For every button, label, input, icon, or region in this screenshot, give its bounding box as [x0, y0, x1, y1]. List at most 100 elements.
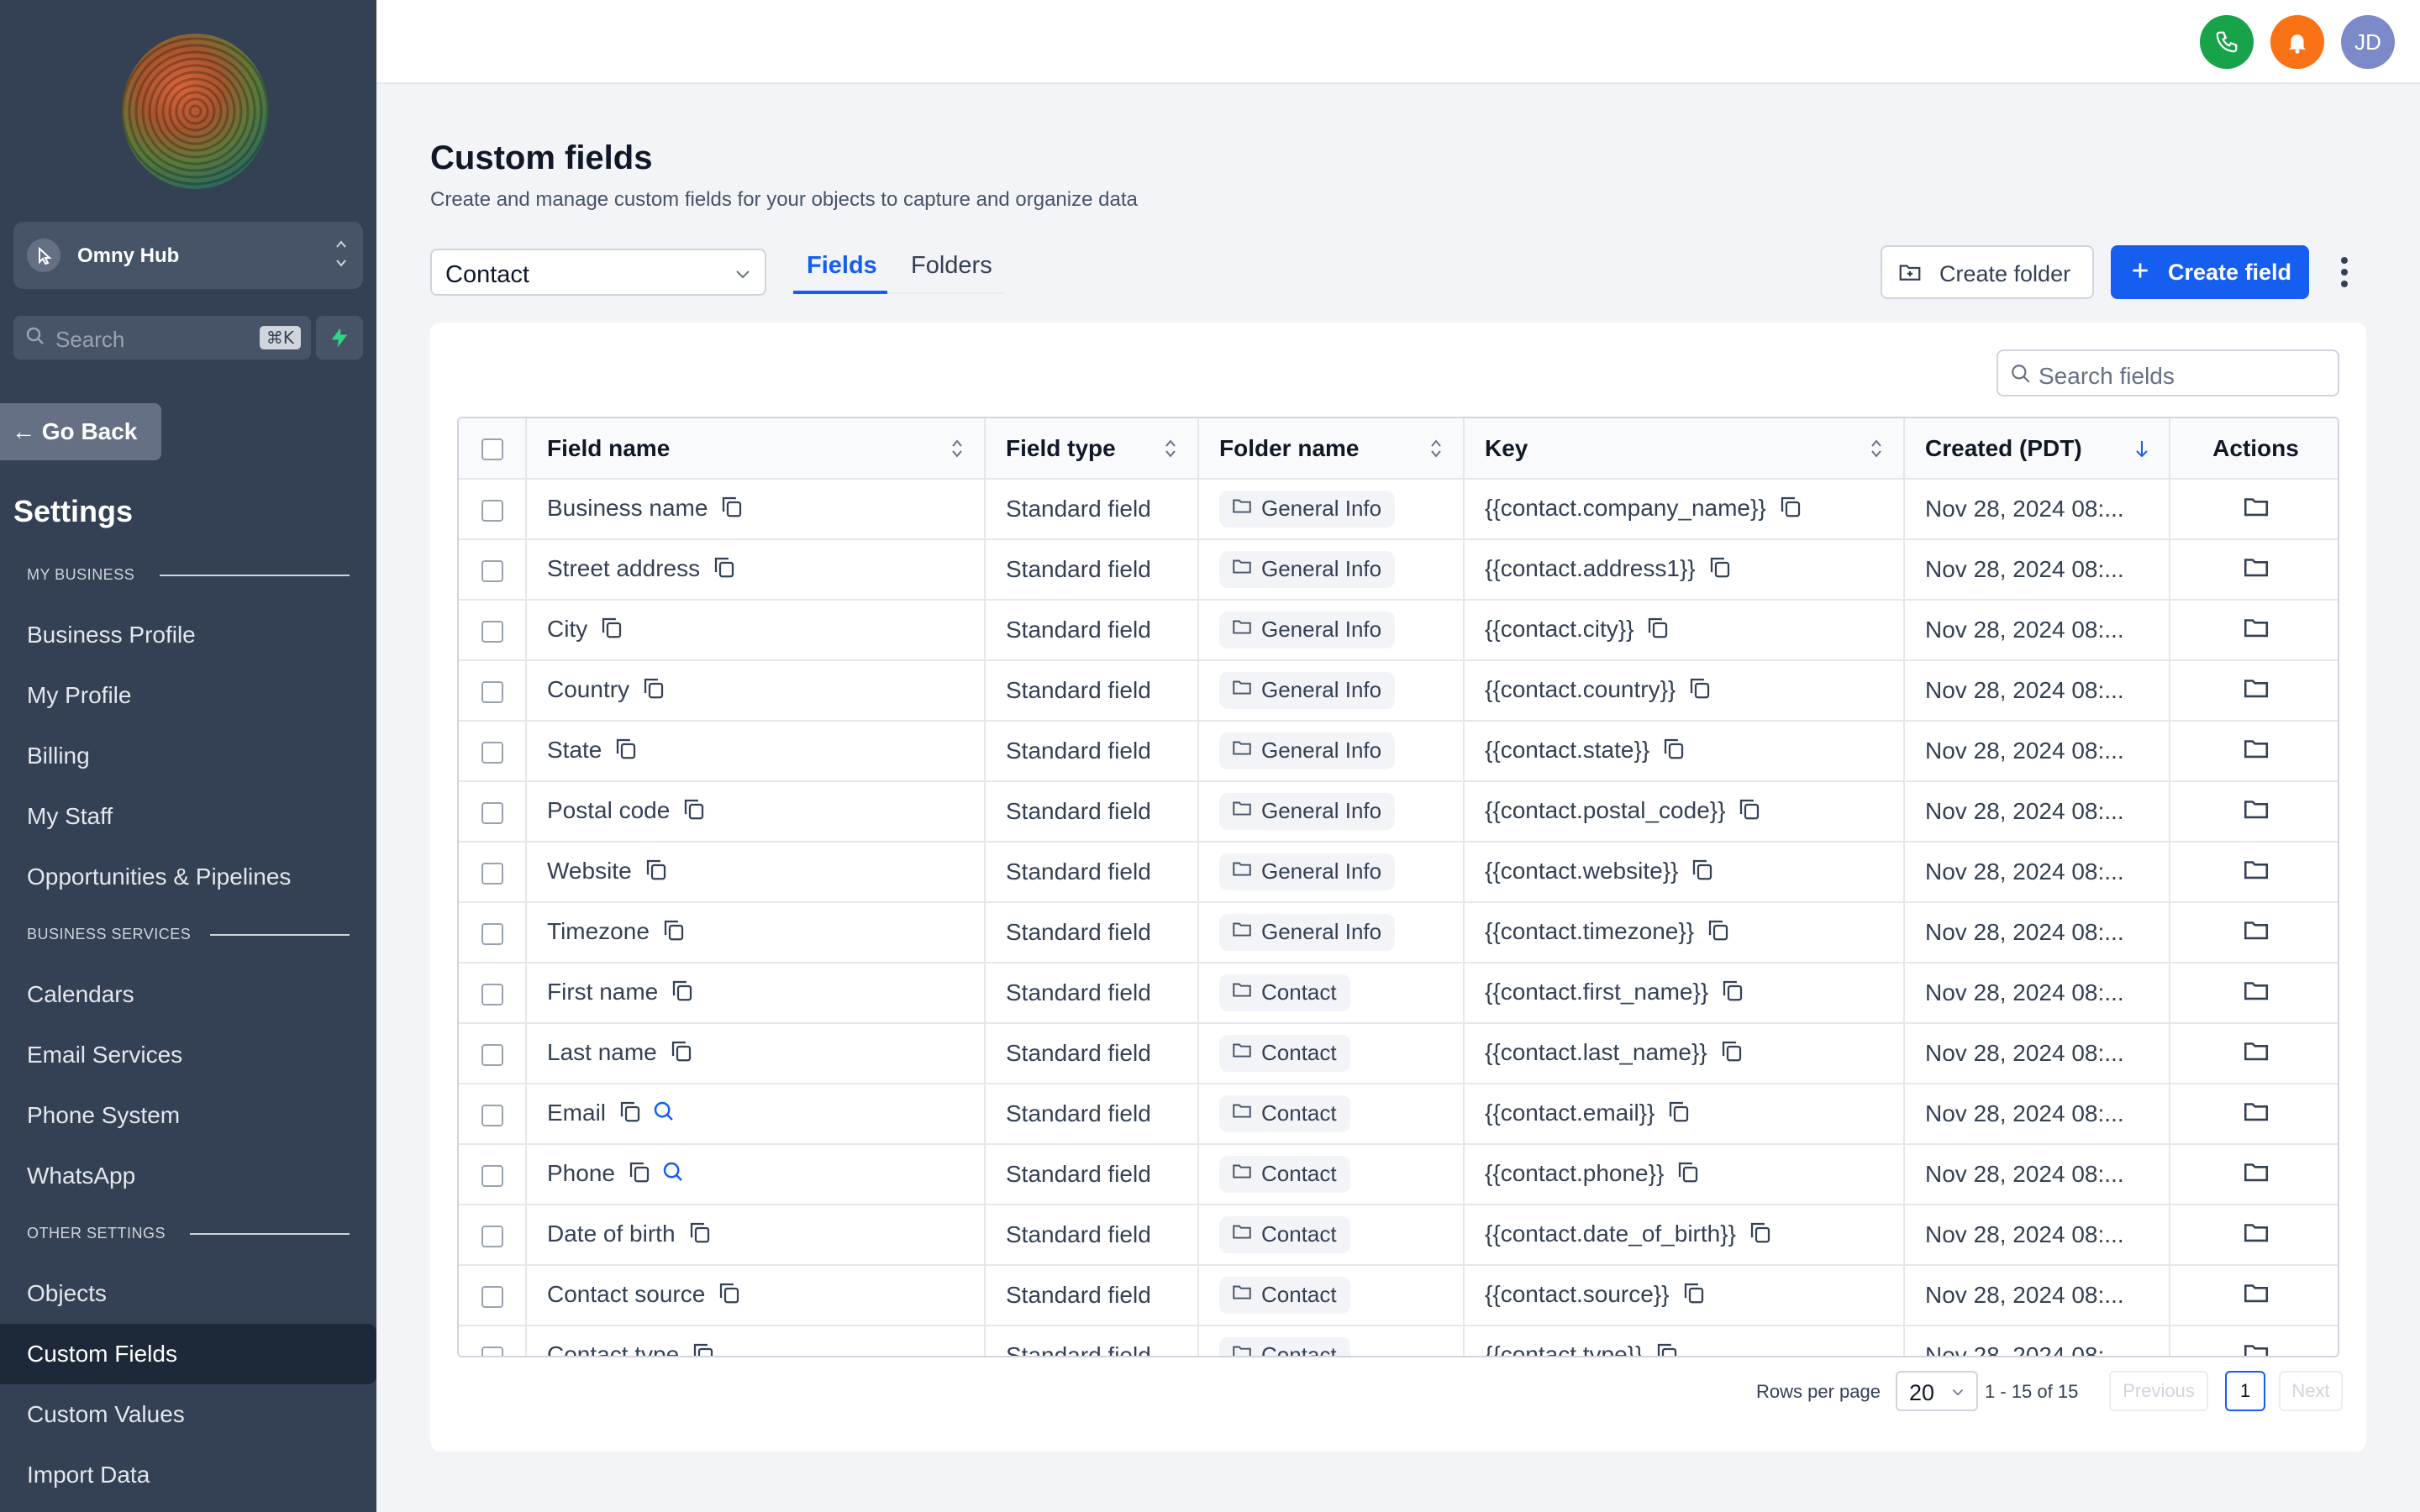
row-checkbox[interactable] [481, 801, 503, 824]
tab-fields[interactable]: Fields [807, 252, 877, 280]
workspace-switcher[interactable]: Omny Hub [13, 222, 363, 289]
sidebar-item-calendars[interactable]: Calendars [27, 981, 134, 1008]
next-page-button[interactable]: Next [2279, 1371, 2343, 1411]
copy-icon[interactable] [1748, 1220, 1773, 1251]
sidebar-item-custom-fields[interactable]: Custom Fields [27, 1341, 177, 1368]
row-checkbox[interactable] [481, 741, 503, 764]
sort-icon[interactable] [1870, 437, 1883, 460]
sidebar-item-objects[interactable]: Objects [27, 1280, 107, 1307]
copy-icon[interactable] [1666, 1099, 1691, 1130]
move-to-folder-icon[interactable] [2242, 734, 2270, 769]
copy-icon[interactable] [661, 917, 687, 948]
column-header-folder-name[interactable]: Folder name [1198, 418, 1465, 480]
copy-icon[interactable] [1737, 796, 1762, 827]
sidebar-item-my-staff[interactable]: My Staff [27, 803, 113, 830]
sidebar-item-phone-system[interactable]: Phone System [27, 1102, 180, 1129]
move-to-folder-icon[interactable] [2242, 1278, 2270, 1313]
copy-icon[interactable] [1690, 857, 1715, 888]
row-checkbox[interactable] [481, 1285, 503, 1308]
move-to-folder-icon[interactable] [2242, 916, 2270, 950]
row-checkbox[interactable] [481, 1104, 503, 1126]
sidebar-item-whatsapp[interactable]: WhatsApp [27, 1163, 135, 1189]
row-checkbox[interactable] [481, 1225, 503, 1247]
move-to-folder-icon[interactable] [2242, 1158, 2270, 1192]
move-to-folder-icon[interactable] [2242, 795, 2270, 829]
column-header-key[interactable]: Key [1464, 418, 1905, 480]
notifications-button[interactable] [2270, 15, 2324, 69]
row-checkbox[interactable] [481, 1043, 503, 1066]
copy-icon[interactable] [691, 1341, 716, 1356]
search-icon[interactable] [660, 1159, 686, 1190]
move-to-folder-icon[interactable] [2242, 1037, 2270, 1071]
move-to-folder-icon[interactable] [2242, 1339, 2270, 1356]
row-checkbox[interactable] [481, 862, 503, 885]
sort-desc-icon[interactable] [2135, 437, 2149, 460]
move-to-folder-icon[interactable] [2242, 1218, 2270, 1252]
more-options-icon[interactable] [2334, 252, 2354, 292]
sidebar-item-email-services[interactable]: Email Services [27, 1042, 182, 1068]
sidebar-item-billing[interactable]: Billing [27, 743, 90, 769]
move-to-folder-icon[interactable] [2242, 855, 2270, 890]
copy-icon[interactable] [712, 554, 737, 585]
row-checkbox[interactable] [481, 680, 503, 703]
tab-folders[interactable]: Folders [911, 252, 992, 280]
sidebar-item-import-data[interactable]: Import Data [27, 1462, 150, 1488]
row-checkbox[interactable] [481, 620, 503, 643]
copy-icon[interactable] [719, 494, 744, 525]
search-icon[interactable] [651, 1099, 676, 1130]
copy-icon[interactable] [627, 1159, 652, 1190]
sort-icon[interactable] [1429, 437, 1443, 460]
move-to-folder-icon[interactable] [2242, 492, 2270, 527]
create-folder-button[interactable]: Create folder [1881, 245, 2094, 299]
copy-icon[interactable] [1645, 615, 1670, 646]
copy-icon[interactable] [1661, 736, 1686, 767]
copy-icon[interactable] [1681, 1280, 1707, 1311]
copy-icon[interactable] [613, 736, 639, 767]
row-checkbox[interactable] [481, 559, 503, 582]
object-select[interactable]: Contact [430, 249, 766, 296]
move-to-folder-icon[interactable] [2242, 553, 2270, 587]
select-all-checkbox[interactable] [481, 438, 503, 461]
copy-icon[interactable] [1676, 1159, 1701, 1190]
page-1-button[interactable]: 1 [2225, 1371, 2265, 1411]
copy-icon[interactable] [681, 796, 707, 827]
copy-icon[interactable] [687, 1220, 713, 1251]
sidebar-search[interactable]: Search ⌘K [13, 316, 311, 360]
copy-icon[interactable] [618, 1099, 643, 1130]
move-to-folder-icon[interactable] [2242, 613, 2270, 648]
copy-icon[interactable] [644, 857, 669, 888]
sort-icon[interactable] [950, 437, 964, 460]
sidebar-item-my-profile[interactable]: My Profile [27, 682, 131, 709]
column-header-field-name[interactable]: Field name [526, 418, 986, 480]
copy-icon[interactable] [670, 978, 695, 1009]
copy-icon[interactable] [641, 675, 666, 706]
phone-button[interactable] [2200, 15, 2254, 69]
copy-icon[interactable] [1706, 917, 1731, 948]
copy-icon[interactable] [717, 1280, 742, 1311]
go-back-button[interactable]: ← Go Back [0, 403, 161, 460]
copy-icon[interactable] [1719, 1038, 1744, 1069]
row-checkbox[interactable] [481, 1164, 503, 1187]
copy-icon[interactable] [1778, 494, 1803, 525]
copy-icon[interactable] [599, 615, 624, 646]
sidebar-item-opportunities[interactable]: Opportunities & Pipelines [27, 864, 291, 890]
move-to-folder-icon[interactable] [2242, 976, 2270, 1011]
copy-icon[interactable] [1707, 554, 1733, 585]
row-checkbox[interactable] [481, 499, 503, 522]
row-checkbox[interactable] [481, 922, 503, 945]
rows-per-page-select[interactable]: 20 [1896, 1371, 1978, 1411]
create-field-button[interactable]: Create field [2111, 245, 2309, 299]
copy-icon[interactable] [669, 1038, 694, 1069]
move-to-folder-icon[interactable] [2242, 1097, 2270, 1131]
move-to-folder-icon[interactable] [2242, 674, 2270, 708]
row-checkbox[interactable] [481, 983, 503, 1005]
column-header-created[interactable]: Created (PDT) [1904, 418, 2170, 480]
row-checkbox[interactable] [481, 1346, 503, 1356]
column-header-field-type[interactable]: Field type [985, 418, 1199, 480]
sidebar-item-business-profile[interactable]: Business Profile [27, 622, 196, 648]
copy-icon[interactable] [1720, 978, 1745, 1009]
previous-page-button[interactable]: Previous [2109, 1371, 2208, 1411]
quick-action-button[interactable] [316, 316, 363, 360]
sort-icon[interactable] [1164, 437, 1177, 460]
copy-icon[interactable] [1687, 675, 1712, 706]
